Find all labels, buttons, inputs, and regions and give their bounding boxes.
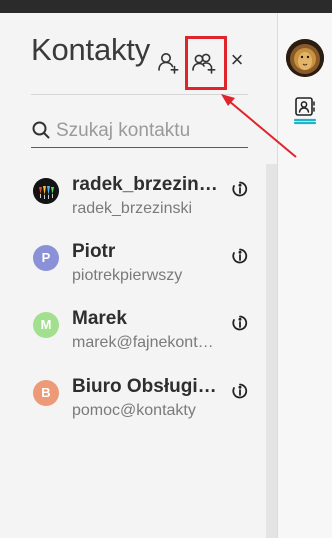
- avatar: P: [33, 245, 59, 271]
- contact-name: radek_brzezinski: [72, 174, 220, 195]
- avatar: B: [33, 380, 59, 406]
- search-input[interactable]: [56, 118, 246, 144]
- contact-name: Biuro Obsługi Klienta: [72, 376, 220, 397]
- contact-item[interactable]: P Piotr piotrekpierwszy: [0, 233, 266, 299]
- contacts-nav-icon[interactable]: [293, 96, 317, 126]
- contact-email: piotrekpierwszy: [72, 267, 183, 284]
- contact-name: Piotr: [72, 241, 116, 262]
- info-icon[interactable]: [231, 247, 249, 265]
- contact-item[interactable]: B Biuro Obsługi Klienta pomoc@kontakty: [0, 368, 266, 434]
- contact-item[interactable]: radek_brzezinski radek_brzezinski: [0, 166, 266, 232]
- user-avatar[interactable]: [286, 39, 324, 77]
- info-icon[interactable]: [231, 180, 249, 198]
- close-icon[interactable]: ×: [226, 47, 248, 73]
- contact-name: Marek: [72, 308, 127, 329]
- contact-item[interactable]: M Marek marek@fajnekontakty: [0, 300, 266, 366]
- contact-email: radek_brzezinski: [72, 200, 193, 217]
- add-contact-icon[interactable]: [156, 50, 182, 76]
- contact-email: pomoc@kontakty: [72, 402, 196, 419]
- info-icon[interactable]: [231, 314, 249, 332]
- window-top-bar: [0, 0, 332, 13]
- title-divider: [31, 94, 248, 95]
- contact-email: marek@fajnekontakty: [72, 334, 220, 351]
- scrollbar[interactable]: [266, 164, 277, 538]
- avatar: [33, 178, 59, 204]
- panel-title: Kontakty: [31, 32, 151, 67]
- info-icon[interactable]: [231, 382, 249, 400]
- search-field[interactable]: [31, 114, 248, 148]
- avatar: M: [33, 312, 59, 338]
- right-sidebar: [278, 13, 332, 538]
- search-icon: [31, 120, 51, 140]
- highlight-box: [185, 36, 227, 90]
